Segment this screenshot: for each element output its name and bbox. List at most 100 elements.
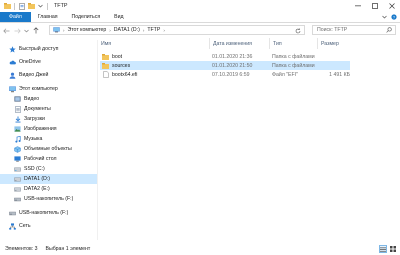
file-name: sources [112, 62, 131, 69]
details-view-icon[interactable] [379, 245, 387, 253]
toolbar-divider [47, 2, 48, 10]
nav-item-videos[interactable]: Видео [0, 94, 97, 104]
nav-item-usb-f-root[interactable]: USB-накопитель (F:) [0, 208, 97, 218]
file-name-cell: boot [102, 52, 122, 61]
nav-item-usb-f[interactable]: USB-накопитель (F:) [0, 194, 97, 204]
help-icon[interactable]: ? [391, 13, 397, 22]
file-date: 01.01.2020 21:50 [212, 62, 253, 69]
file-type: Файл "EFI" [272, 71, 298, 78]
nav-item-drive-d[interactable]: DATA1 (D:) [0, 174, 97, 184]
nav-item-onedrive[interactable]: OneDrive [0, 57, 97, 67]
up-button[interactable] [31, 26, 40, 35]
network-icon [9, 222, 16, 230]
column-header-label: Дата изменения [213, 40, 252, 47]
music-icon [14, 135, 21, 143]
back-button[interactable] [2, 26, 11, 35]
expand-ribbon-icon[interactable] [382, 15, 387, 21]
nav-item-pictures[interactable]: Изображения [0, 124, 97, 134]
window-controls [349, 0, 400, 12]
column-header-label: Размер [321, 40, 339, 47]
nav-item-3d-objects[interactable]: Объемные объекты [0, 144, 97, 154]
nav-item-user[interactable]: Видео Джей [0, 70, 97, 80]
search-icon [386, 27, 392, 35]
3d-objects-icon [14, 145, 21, 153]
file-size [322, 61, 350, 70]
view-switcher [379, 245, 397, 253]
nav-item-label: USB-накопитель (F:) [19, 210, 69, 216]
customize-toolbar-chevron-icon[interactable] [36, 2, 44, 10]
file-list: Имя Дата изменения Тип Размер boot 01.01… [98, 38, 400, 238]
folder-icon [102, 53, 109, 60]
selection-count: Выбран 1 элемент [45, 246, 91, 252]
usb-drive-icon [14, 196, 21, 203]
window-title: TFTP [54, 3, 68, 9]
nav-item-drive-c[interactable]: SSD (C:) [0, 164, 97, 174]
drive-icon [14, 186, 21, 193]
nav-item-label: Видео Джей [19, 72, 49, 78]
large-icons-view-icon[interactable] [389, 245, 397, 253]
item-count: Элементов: 3 [5, 246, 38, 252]
usb-drive-icon [9, 210, 16, 217]
navigation-pane: Быстрый доступ OneDrive Видео Джей Этот … [0, 40, 97, 240]
refresh-icon[interactable] [294, 27, 302, 34]
nav-item-label: SSD (C:) [24, 166, 45, 172]
drive-icon [14, 166, 21, 173]
pictures-icon [14, 126, 21, 133]
search-placeholder: Поиск: TFTP [317, 27, 348, 33]
breadcrumb-data1[interactable]: DATA1 (D:) [114, 27, 140, 33]
downloads-icon [14, 116, 21, 123]
nav-item-quick-access[interactable]: Быстрый доступ [0, 44, 97, 54]
chevron-right-icon[interactable]: › [109, 28, 111, 33]
chevron-right-icon[interactable]: › [143, 28, 145, 33]
column-header-type[interactable]: Тип [270, 38, 318, 49]
nav-item-label: Документы [24, 106, 51, 112]
tab-home[interactable]: Главная [31, 12, 65, 22]
new-folder-icon[interactable] [27, 2, 35, 10]
maximize-button[interactable] [366, 0, 383, 12]
table-row[interactable]: sources 01.01.2020 21:50 Папка с файлами [100, 61, 350, 70]
file-date: 07.10.2019 6:59 [212, 71, 250, 78]
forward-button[interactable] [13, 26, 22, 35]
breadcrumb-this-pc[interactable]: Этот компьютер [68, 27, 107, 33]
nav-item-downloads[interactable]: Загрузки [0, 114, 97, 124]
file-name: boot [112, 53, 123, 60]
tab-file[interactable]: Файл [0, 12, 31, 22]
file-type: Папка с файлами [272, 62, 315, 69]
nav-item-label: DATA1 (D:) [24, 176, 51, 182]
close-button[interactable] [383, 0, 400, 12]
nav-item-desktop[interactable]: Рабочий стол [0, 154, 97, 164]
properties-icon[interactable] [18, 2, 26, 10]
breadcrumb-tftp[interactable]: TFTP [147, 27, 160, 33]
nav-item-this-pc[interactable]: Этот компьютер [0, 84, 97, 94]
nav-item-drive-e[interactable]: DATA2 (E:) [0, 184, 97, 194]
file-size: 1 491 КБ [329, 71, 350, 78]
column-header-name[interactable]: Имя [98, 38, 210, 49]
table-row[interactable]: boot 01.01.2020 21:36 Папка с файлами [100, 52, 350, 61]
chevron-right-icon[interactable]: › [163, 28, 165, 33]
search-input[interactable]: Поиск: TFTP [312, 25, 396, 35]
tab-view[interactable]: Вид [107, 12, 130, 22]
video-icon [14, 96, 21, 103]
address-row: › Этот компьютер › DATA1 (D:) › TFTP › П… [0, 23, 400, 38]
nav-item-label: Этот компьютер [19, 86, 58, 92]
nav-item-network[interactable]: Сеть [0, 221, 97, 231]
computer-icon [9, 85, 16, 93]
minimize-button[interactable] [349, 0, 366, 12]
nav-item-label: Видео [24, 96, 40, 102]
file-name-cell: bootx64.efi [102, 70, 137, 79]
column-header-label: Имя [101, 40, 112, 47]
file-date: 01.01.2020 21:36 [212, 53, 253, 60]
column-header-date[interactable]: Дата изменения [210, 38, 270, 49]
column-header-size[interactable]: Размер [318, 38, 350, 49]
table-row[interactable]: bootx64.efi 07.10.2019 6:59 Файл "EFI" 1… [100, 70, 350, 79]
nav-item-label: USB-накопитель (F:) [24, 196, 74, 202]
nav-item-music[interactable]: Музыка [0, 134, 97, 144]
address-bar[interactable]: › Этот компьютер › DATA1 (D:) › TFTP › [49, 25, 305, 35]
recent-locations-chevron-icon[interactable] [24, 26, 29, 35]
chevron-right-icon[interactable]: › [63, 28, 65, 33]
tab-share[interactable]: Поделиться [65, 12, 108, 22]
nav-item-documents[interactable]: Документы [0, 104, 97, 114]
nav-item-label: OneDrive [19, 59, 41, 65]
computer-small-icon [53, 26, 60, 34]
file-icon [102, 71, 109, 78]
